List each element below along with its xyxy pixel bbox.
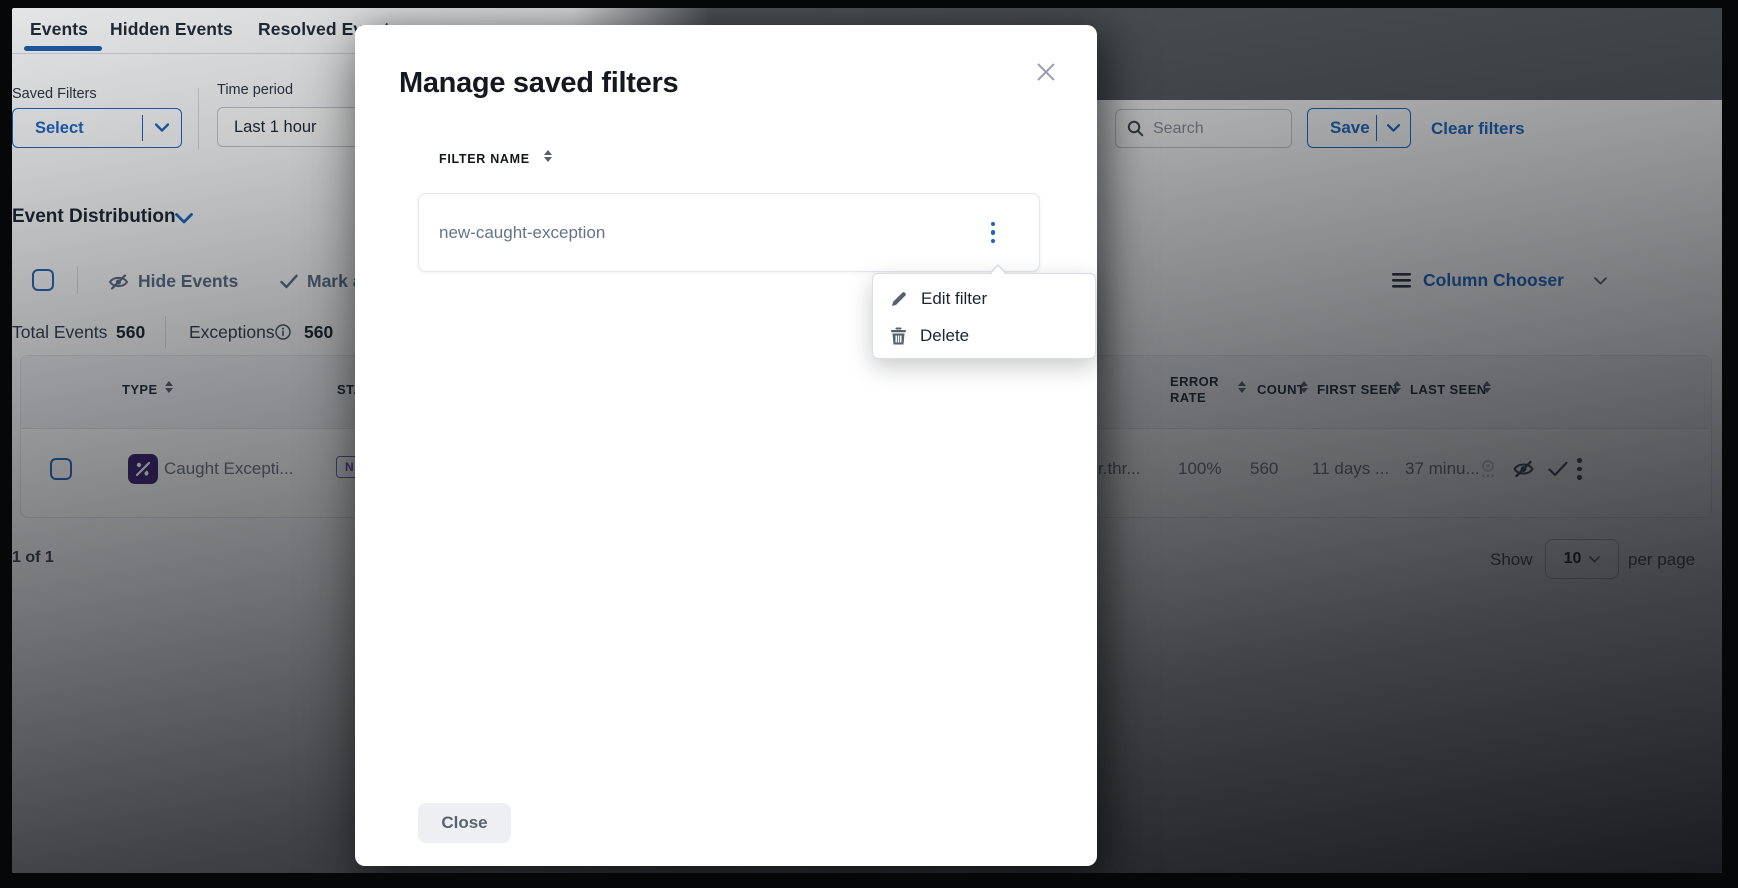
page-size-value: 10 xyxy=(1564,550,1582,568)
save-button-label: Save xyxy=(1308,118,1376,138)
check-icon xyxy=(280,274,298,289)
exceptions-label: Exceptions xyxy=(189,322,275,343)
search-placeholder: Search xyxy=(1153,120,1204,138)
page-size-chevron-icon xyxy=(1589,556,1600,563)
total-events-label: Total Events xyxy=(12,322,107,343)
search-input[interactable]: Search xyxy=(1115,109,1292,148)
hamburger-icon xyxy=(1392,273,1411,288)
column-chooser-button[interactable]: Column Chooser xyxy=(1392,270,1607,291)
manage-saved-filters-modal: Manage saved filters FILTER NAME new-cau… xyxy=(355,25,1097,866)
select-all-checkbox[interactable] xyxy=(32,269,54,291)
col-header-first-seen[interactable]: FIRST SEEN xyxy=(1317,382,1398,397)
column-chooser-label: Column Chooser xyxy=(1423,270,1564,291)
hide-events-button[interactable]: Hide Events xyxy=(108,271,238,292)
saved-filters-select-value: Select xyxy=(13,119,142,138)
saved-filter-row[interactable]: new-caught-exception xyxy=(418,193,1040,272)
show-label: Show xyxy=(1490,550,1533,570)
col-header-last-seen[interactable]: LAST SEEN xyxy=(1410,382,1487,397)
row-details-text: r.thr... xyxy=(1098,459,1141,479)
row-first-seen: 11 days ... xyxy=(1312,459,1389,479)
sort-icon-last-seen[interactable] xyxy=(1483,381,1492,393)
clear-filters-button[interactable]: Clear filters xyxy=(1431,119,1525,139)
saved-filters-label: Saved Filters xyxy=(12,86,97,102)
time-period-label: Time period xyxy=(217,82,293,98)
menu-item-delete-label: Delete xyxy=(920,326,969,346)
saved-filter-context-menu: Edit filter Delete xyxy=(872,273,1096,359)
modal-close-button[interactable]: Close xyxy=(418,803,511,843)
row-checkbox[interactable] xyxy=(50,458,72,480)
saved-filters-select[interactable]: Select xyxy=(12,108,182,148)
menu-item-delete[interactable]: Delete xyxy=(873,317,1095,355)
column-chooser-chevron-icon xyxy=(1594,277,1607,285)
page-size-select[interactable]: 10 xyxy=(1545,539,1619,579)
menu-item-edit-filter-label: Edit filter xyxy=(921,289,987,309)
col-header-error-rate[interactable]: ERROR RATE xyxy=(1170,374,1234,406)
app-window: Events Hidden Events Resolved Events Sav… xyxy=(0,0,1738,888)
trash-icon xyxy=(890,327,907,345)
mark-as-button[interactable]: Mark a xyxy=(280,271,362,292)
filter-name-column-header[interactable]: FILTER NAME xyxy=(439,152,530,166)
exceptions-value: 560 xyxy=(304,322,333,343)
chevron-down-icon xyxy=(143,119,181,137)
info-icon[interactable] xyxy=(275,324,291,345)
sort-icon-error-rate[interactable] xyxy=(1238,381,1247,393)
row-count: 560 xyxy=(1250,459,1278,479)
active-tab-indicator xyxy=(24,46,102,51)
save-split-button[interactable]: Save xyxy=(1307,108,1411,148)
menu-item-edit-filter[interactable]: Edit filter xyxy=(873,280,1095,318)
modal-close-icon[interactable] xyxy=(1031,58,1061,88)
row-last-seen: 37 minu... xyxy=(1405,459,1480,479)
hide-events-label: Hide Events xyxy=(138,271,238,292)
col-header-type[interactable]: TYPE xyxy=(122,382,158,397)
sort-icon-type[interactable] xyxy=(165,381,174,393)
saved-filter-kebab-icon[interactable] xyxy=(991,221,996,245)
row-type-text: Caught Excepti... xyxy=(164,459,293,479)
search-icon xyxy=(1127,120,1144,137)
save-chevron-down-icon[interactable] xyxy=(1377,119,1410,137)
modal-title: Manage saved filters xyxy=(399,67,678,100)
page-info: 1 of 1 xyxy=(12,549,54,567)
tab-events[interactable]: Events xyxy=(30,19,88,40)
time-period-value: Last 1 hour xyxy=(234,118,317,137)
eye-slash-icon xyxy=(108,273,129,291)
tab-hidden-events[interactable]: Hidden Events xyxy=(110,19,233,40)
event-distribution-title: Event Distribution xyxy=(12,206,176,228)
event-distribution-chevron-icon[interactable] xyxy=(175,211,193,229)
events-page: Events Hidden Events Resolved Events Sav… xyxy=(12,8,1722,873)
exception-type-icon xyxy=(128,454,158,484)
sort-icon-count[interactable] xyxy=(1300,381,1309,393)
sort-icon-first-seen[interactable] xyxy=(1393,381,1402,393)
row-kebab-menu-icon[interactable] xyxy=(1577,458,1582,480)
row-hide-eye-slash-icon[interactable] xyxy=(1512,459,1535,484)
link-disabled-icon xyxy=(1478,459,1498,484)
row-resolve-check-icon[interactable] xyxy=(1548,461,1568,482)
saved-filter-name: new-caught-exception xyxy=(419,223,991,243)
summary-divider xyxy=(165,316,166,348)
per-page-label: per page xyxy=(1628,550,1695,570)
pencil-icon xyxy=(890,290,908,308)
filter-name-sort-icon[interactable] xyxy=(544,150,553,162)
total-events-value: 560 xyxy=(116,322,145,343)
row-error-rate: 100% xyxy=(1178,459,1221,479)
col-header-count[interactable]: COUNT xyxy=(1257,382,1305,397)
toolbar-divider xyxy=(77,266,78,294)
filter-group-divider xyxy=(198,88,199,150)
